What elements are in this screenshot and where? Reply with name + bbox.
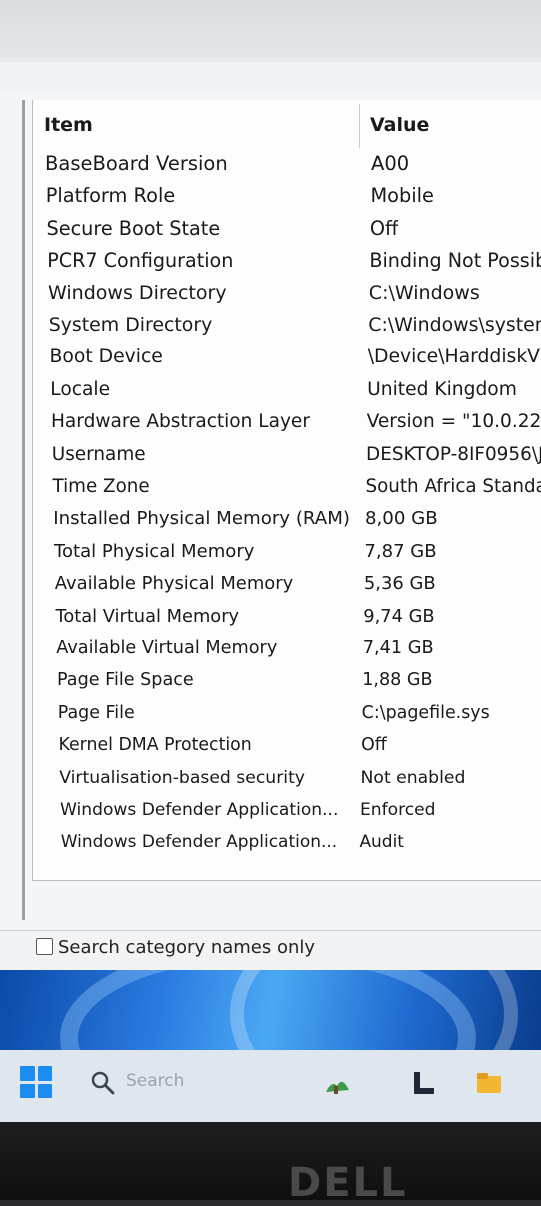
row-item: Total Physical Memory <box>54 541 254 562</box>
row-value: Off <box>361 735 387 755</box>
row-item: Locale <box>50 379 110 400</box>
row-value: Binding Not Possib <box>369 249 541 272</box>
row-item: Installed Physical Memory (RAM) <box>53 508 350 529</box>
row-item: Page File <box>58 703 135 723</box>
toolbar-strip <box>0 62 541 93</box>
search-category-names-checkbox[interactable] <box>36 938 53 955</box>
row-item: Windows Defender Application... <box>61 832 337 852</box>
row-value: C:\Windows <box>369 282 480 304</box>
row-item: Hardware Abstraction Layer <box>51 411 310 432</box>
app-icon[interactable] <box>408 1068 438 1098</box>
row-item: PCR7 Configuration <box>47 249 233 272</box>
column-header-item[interactable]: Item <box>44 114 93 136</box>
column-separator[interactable] <box>359 104 360 148</box>
row-value: 7,87 GB <box>364 541 436 562</box>
list-header: Item Value <box>32 104 541 148</box>
search-category-names-label[interactable]: Search category names only <box>58 937 315 958</box>
row-item: Page File Space <box>57 670 194 690</box>
row-item: Virtualisation-based security <box>59 768 305 788</box>
row-item: Available Virtual Memory <box>56 638 277 658</box>
row-value: Enforced <box>360 800 436 820</box>
file-explorer-icon[interactable] <box>474 1068 504 1098</box>
row-value: Version = "10.0.226 <box>367 411 541 432</box>
row-value: Mobile <box>370 184 434 207</box>
windows-start-icon[interactable] <box>20 1066 52 1098</box>
search-icon[interactable] <box>88 1068 118 1098</box>
row-item: Boot Device <box>50 346 163 367</box>
column-header-value[interactable]: Value <box>370 114 429 136</box>
row-value: C:\Windows\system <box>368 314 541 336</box>
row-item: BaseBoard Version <box>45 152 228 175</box>
row-item: Kernel DMA Protection <box>59 735 252 755</box>
row-value: \Device\HarddiskV <box>368 346 540 367</box>
row-value: DESKTOP-8IF0956\J <box>366 444 541 465</box>
row-value: Not enabled <box>361 768 466 788</box>
row-item: System Directory <box>49 314 213 336</box>
taskbar-search-input[interactable]: Search <box>126 1071 184 1091</box>
row-item: Windows Defender Application... <box>60 800 338 820</box>
window-title-area <box>0 0 541 62</box>
row-value: Audit <box>359 832 404 852</box>
row-value: A00 <box>371 152 409 175</box>
row-value: 7,41 GB <box>363 638 434 658</box>
row-value: United Kingdom <box>367 379 517 400</box>
row-item: Platform Role <box>46 184 176 207</box>
laptop-bezel <box>0 1122 541 1200</box>
row-value: 8,00 GB <box>365 508 438 529</box>
row-value: 9,74 GB <box>363 606 434 627</box>
row-value: 1,88 GB <box>362 670 432 690</box>
desktop-wallpaper <box>0 970 541 1050</box>
row-value: C:\pagefile.sys <box>362 703 490 723</box>
row-item: Windows Directory <box>48 282 227 304</box>
row-item: Time Zone <box>53 476 150 497</box>
row-item: Username <box>52 444 146 465</box>
row-item: Secure Boot State <box>47 217 221 240</box>
taskbar <box>0 1050 541 1122</box>
tree-pane-edge <box>22 100 25 920</box>
brand-logo: DELL <box>288 1160 408 1206</box>
row-value: Off <box>370 217 398 240</box>
widgets-icon[interactable] <box>322 1068 352 1098</box>
row-value: South Africa Standa <box>366 476 541 497</box>
row-value: 5,36 GB <box>364 573 436 594</box>
row-item: Available Physical Memory <box>55 573 294 594</box>
row-item: Total Virtual Memory <box>56 606 240 627</box>
